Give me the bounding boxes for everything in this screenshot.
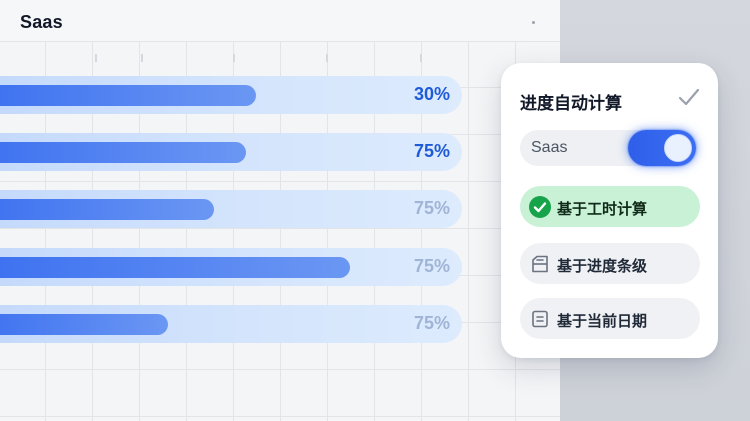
progress-row[interactable]: 75% [0,133,462,171]
confirm-check-icon[interactable] [677,85,701,109]
progress-percent: 75% [413,313,450,333]
timeline-tick [233,54,235,62]
progress-doc-icon [532,255,548,273]
toggle-knob [664,134,692,162]
progress-percent: 75% [413,198,450,218]
toggle-label: Saas [531,139,568,156]
progress-fill [0,257,350,278]
progress-row[interactable]: 75% [0,190,462,228]
option-label: 基于进度条级 [557,258,648,275]
progress-fill [0,199,214,220]
option-by-current-date[interactable]: 基于当前日期 [520,298,700,339]
date-doc-icon [532,310,548,328]
timeline-tick [326,54,328,62]
progress-fill [0,314,168,335]
auto-calc-toggle-row: Saas [520,130,696,166]
progress-percent: 30% [413,84,450,104]
timeline-tick [141,54,143,62]
progress-row[interactable]: 75% [0,305,462,343]
progress-percent: 75% [413,256,450,276]
option-label: 基于工时计算 [557,201,648,218]
header-bar: Saas [0,0,560,42]
option-label: 基于当前日期 [557,313,648,330]
app-title: Saas [20,12,63,32]
timeline-tick [95,54,97,62]
option-by-progress-bar[interactable]: 基于进度条级 [520,243,700,284]
progress-fill [0,142,246,163]
check-circle-icon [529,196,551,218]
auto-calc-toggle[interactable] [628,130,696,166]
progress-row[interactable]: 30% [0,76,462,114]
timeline-tick [420,54,422,62]
header-dot [532,21,535,24]
progress-fill [0,85,256,106]
auto-progress-panel: 进度自动计算 Saas 基于工时计算 基于进度条级 基于当前日期 [501,63,718,358]
progress-percent: 75% [413,141,450,161]
progress-row[interactable]: 75% [0,248,462,286]
panel-title: 进度自动计算 [520,94,622,113]
option-by-work-hours[interactable]: 基于工时计算 [520,186,700,227]
